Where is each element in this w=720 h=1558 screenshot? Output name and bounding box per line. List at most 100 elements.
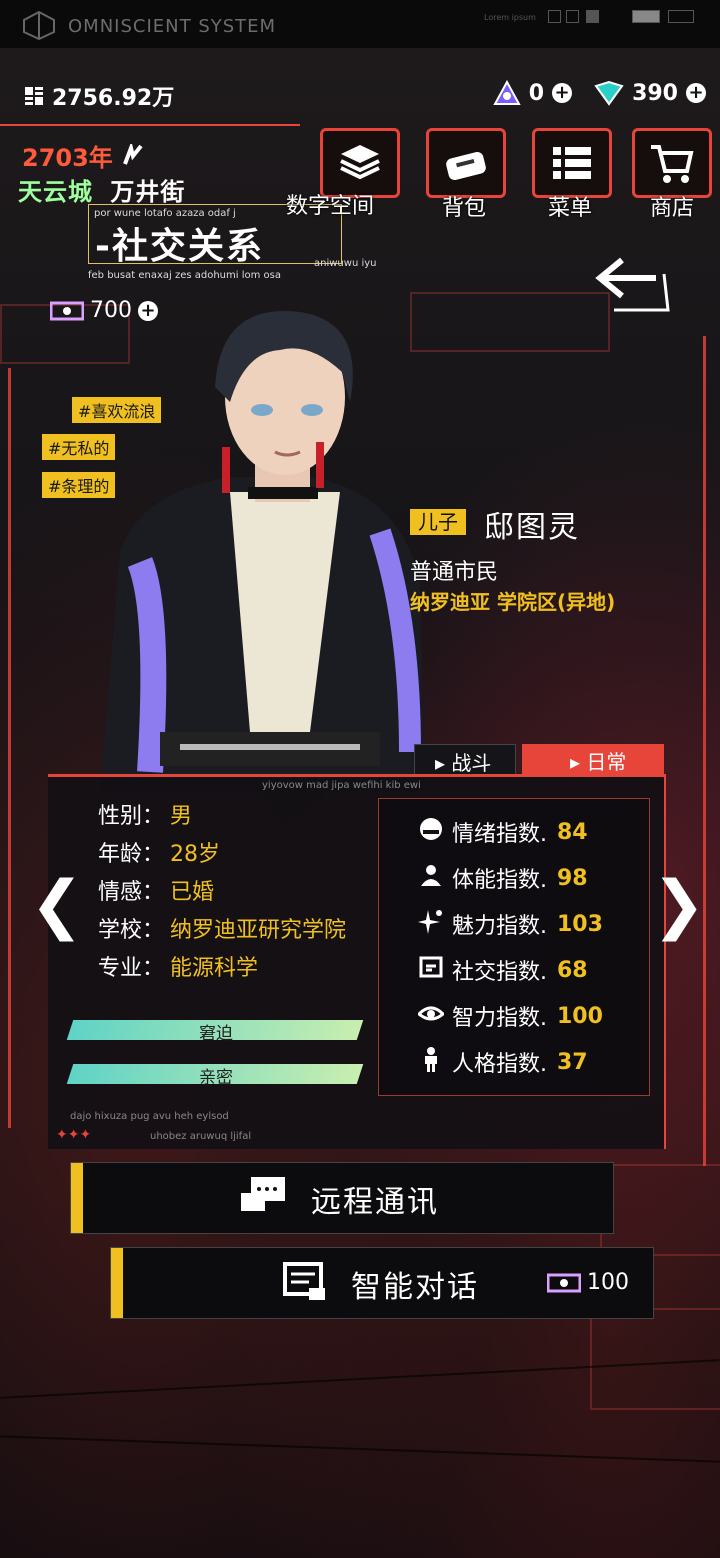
intimacy-label: 亲密	[199, 1068, 233, 1088]
shop-label: 商店	[650, 196, 695, 221]
stat-personality: 人格指数. 37	[425, 1046, 588, 1078]
attr-key: 情感：	[98, 880, 165, 905]
list-icon	[553, 147, 591, 179]
stat-label: 魅力指数.	[452, 914, 547, 939]
currency-right: 0 + 390 +	[493, 80, 706, 106]
stat-emotion: 情绪指数. 84	[420, 816, 588, 848]
menu-button[interactable]	[532, 128, 612, 198]
ticket-icon	[547, 1273, 581, 1292]
attr-key: 专业：	[98, 956, 165, 981]
smart-chat-accent	[111, 1248, 123, 1318]
stat-value: 100	[557, 1003, 603, 1029]
location-frame-line	[0, 124, 300, 126]
stat-value: 84	[557, 819, 588, 845]
smart-chat-cost: 100	[547, 1270, 629, 1295]
attr-school: 学校： 纳罗迪亚研究学院	[98, 912, 346, 944]
status-square	[668, 10, 694, 23]
embarrassed-label: 窘迫	[199, 1024, 233, 1044]
section-title: -社交关系	[95, 226, 264, 267]
tab-battle[interactable]: ▸ 战斗	[414, 744, 516, 776]
attr-age: 年龄： 28岁	[98, 836, 220, 868]
character-name: 邸图灵	[484, 510, 580, 545]
smart-chat-cost-value: 100	[587, 1270, 629, 1295]
gem-b-value: 390	[632, 80, 678, 106]
year-label: 2703年	[22, 138, 149, 173]
status-bar: OMNISCIENT SYSTEM Lorem ipsum	[0, 0, 720, 48]
back-arrow-icon[interactable]	[594, 254, 674, 314]
status-square	[632, 10, 660, 23]
remote-call-label: 远程通讯	[311, 1185, 439, 1220]
tiny-text: feb busat enaxaj zes adohumi lom osa	[88, 270, 281, 281]
attr-key: 学校：	[98, 918, 165, 943]
relation-badge: 儿子	[410, 509, 466, 535]
status-lorem: Lorem ipsum	[484, 13, 536, 22]
street-name: 万井街	[110, 178, 186, 206]
bag-button[interactable]	[426, 128, 506, 198]
left-frame	[8, 368, 41, 1128]
attr-key: 性别：	[98, 804, 165, 829]
stat-label: 智力指数.	[452, 1006, 547, 1031]
crystal-b-icon	[594, 80, 624, 106]
bg-sign	[590, 1308, 720, 1410]
stat-charm: 魅力指数. 103	[418, 908, 603, 940]
bag-icon	[446, 152, 486, 180]
stat-intellect: 智力指数. 100	[418, 1000, 603, 1032]
attr-value: 男	[170, 804, 193, 829]
smart-chat-button[interactable]: 智能对话 100	[110, 1247, 654, 1319]
city-name: 天云城	[18, 178, 93, 206]
tiny-text: dajo hixuza pug avu heh eylsod	[70, 1111, 229, 1122]
ticket-icon	[50, 301, 84, 320]
character-portrait	[100, 310, 425, 792]
system-logo-icon	[23, 10, 55, 40]
remote-call-accent	[71, 1163, 83, 1233]
stat-label: 体能指数.	[452, 868, 547, 893]
tiny-text: uhobez aruwuq ljifal	[150, 1131, 252, 1142]
stat-label: 情绪指数.	[452, 822, 547, 847]
digital-space-label: 数字空间	[286, 194, 375, 219]
tab-daily[interactable]: ▸ 日常	[522, 744, 664, 774]
tab-daily-text: 日常	[586, 750, 627, 774]
stack-icon	[340, 145, 380, 180]
chat-bubble-icon	[241, 1177, 285, 1211]
money-display: 2756.92万	[22, 80, 174, 112]
sparkle-decor: ✦✦✦	[56, 1127, 92, 1143]
prev-character-button[interactable]: ❮	[30, 868, 84, 942]
bag-label: 背包	[442, 196, 487, 221]
attr-gender: 性别：男	[98, 798, 192, 830]
time-icon	[123, 141, 143, 165]
attr-value: 已婚	[170, 880, 215, 905]
year-value: 2703年	[22, 144, 113, 172]
tiny-text: yiyovow mad jipa wefihi kib ewi	[262, 780, 421, 791]
stat-label: 人格指数.	[452, 1052, 547, 1077]
stat-stamina: 体能指数. 98	[421, 862, 588, 894]
bg-sign	[600, 1164, 720, 1256]
stamina-icon	[421, 865, 441, 886]
smart-chat-label: 智能对话	[351, 1270, 479, 1305]
gem-a-value: 0	[528, 80, 545, 106]
stat-value: 68	[557, 957, 588, 983]
bg-sign	[410, 292, 610, 352]
next-character-button[interactable]: ❯	[652, 868, 706, 942]
cart-icon	[651, 145, 694, 183]
shop-button[interactable]	[632, 128, 712, 198]
person-icon	[425, 1047, 437, 1072]
sparkle-icon	[418, 910, 442, 934]
crystal-a-icon	[493, 80, 521, 105]
tab-battle-text: 战斗	[451, 751, 492, 775]
attr-value: 能源科学	[170, 956, 259, 981]
right-frame	[673, 336, 706, 1166]
status-square	[586, 10, 599, 23]
stat-label: 社交指数.	[452, 960, 547, 985]
tiny-text: aniwuwu iyu	[314, 258, 377, 269]
attr-value: 28岁	[170, 842, 221, 867]
add-gem-b-button[interactable]: +	[686, 83, 706, 103]
bg-wire	[0, 1435, 720, 1463]
remote-call-button[interactable]: 远程通讯	[70, 1162, 614, 1234]
chip-icon	[25, 87, 43, 105]
tab-daily-label: ▸ 日常	[570, 750, 627, 774]
stat-value: 98	[557, 865, 588, 891]
character-location: 纳罗迪亚 学院区(异地)	[410, 590, 616, 614]
add-gem-a-button[interactable]: +	[552, 83, 573, 103]
character-role: 普通市民	[410, 560, 499, 585]
city-label: 天云城 万井街	[18, 172, 185, 207]
